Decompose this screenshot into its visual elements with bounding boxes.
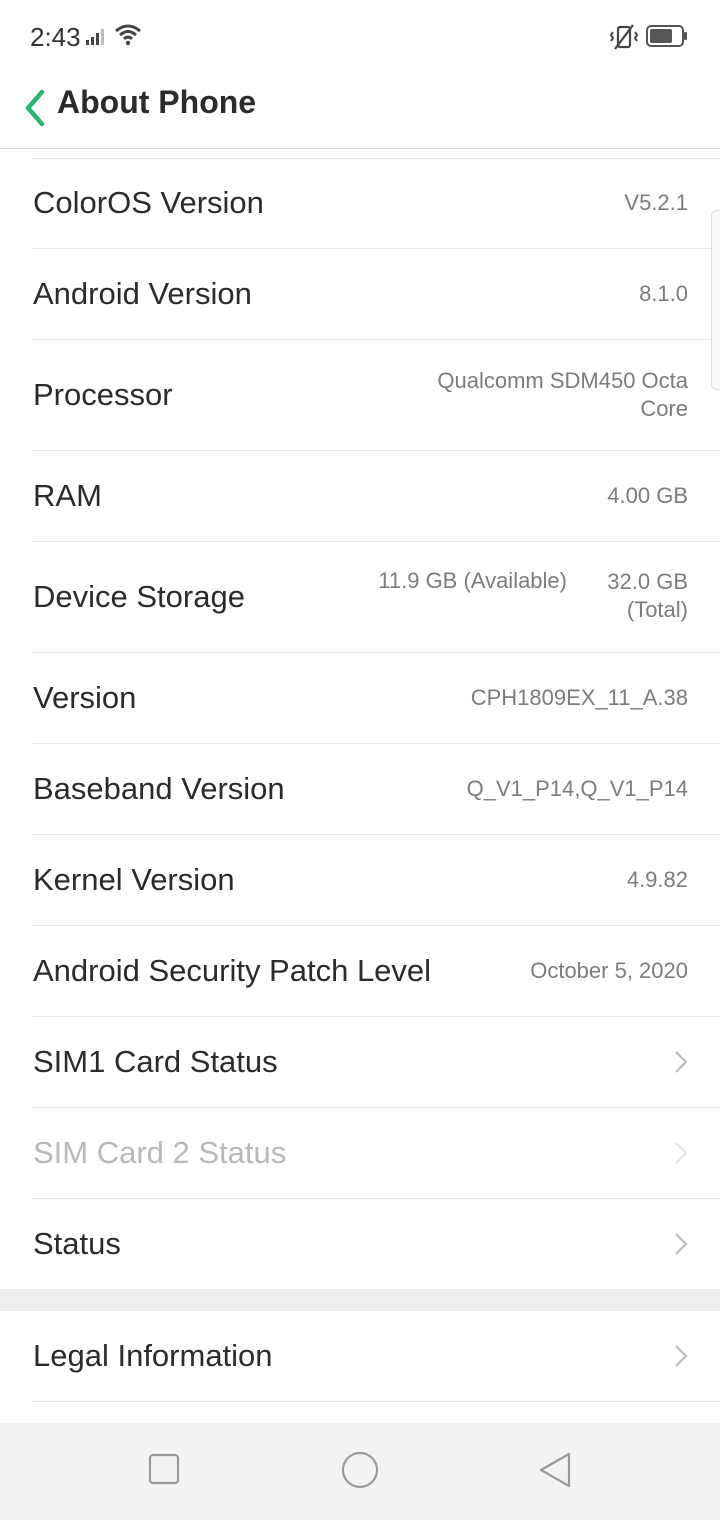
row-status[interactable]: Status bbox=[32, 1199, 720, 1289]
row-label: Legal Information bbox=[33, 1338, 273, 1373]
row-value: V5.2.1 bbox=[624, 190, 688, 215]
navigation-bar bbox=[0, 1423, 720, 1520]
row-label: Android Security Patch Level bbox=[33, 953, 432, 988]
row-label: RAM bbox=[33, 478, 102, 513]
row-value: Qualcomm SDM450 Octa Core bbox=[437, 368, 688, 421]
row-value: 4.9.82 bbox=[626, 867, 688, 892]
home-circle-icon[interactable] bbox=[339, 1451, 381, 1493]
section-gap bbox=[0, 1289, 720, 1311]
row-device-storage: Device Storage 11.9 GB (Available) 32.0 … bbox=[32, 542, 720, 653]
wifi-icon bbox=[115, 24, 141, 46]
row-label: SIM Card 2 Status bbox=[33, 1135, 287, 1170]
status-bar: 2:43 bbox=[0, 0, 720, 74]
status-time: 2:43 bbox=[30, 22, 81, 52]
row-sim1-card-status[interactable]: SIM1 Card Status bbox=[32, 1017, 720, 1108]
row-label: Kernel Version bbox=[33, 862, 235, 897]
row-coloros-version: ColorOS Version V5.2.1 bbox=[32, 158, 720, 249]
row-label: Device Storage bbox=[33, 579, 245, 614]
row-value: October 5, 2020 bbox=[530, 958, 688, 983]
row-kernel-version: Kernel Version 4.9.82 bbox=[32, 835, 720, 926]
chevron-right-icon bbox=[675, 1233, 688, 1255]
chevron-left-icon[interactable] bbox=[16, 80, 56, 136]
row-label: SIM1 Card Status bbox=[33, 1044, 278, 1079]
row-baseband-version: Baseband Version Q_V1_P14,Q_V1_P14 bbox=[32, 744, 720, 835]
battery-icon bbox=[646, 25, 687, 47]
row-label: Processor bbox=[33, 377, 173, 412]
chevron-right-icon bbox=[675, 1142, 688, 1164]
row-processor: Processor Qualcomm SDM450 Octa Core bbox=[32, 340, 720, 451]
row-label: ColorOS Version bbox=[33, 185, 264, 220]
row-value: 8.1.0 bbox=[639, 281, 688, 306]
signal-icon bbox=[86, 29, 104, 45]
vibrate-mute-icon bbox=[609, 24, 639, 50]
storage-available: 11.9 GB (Available) bbox=[378, 568, 567, 593]
row-label: Status bbox=[33, 1226, 121, 1261]
row-version: Version CPH1809EX_11_A.38 bbox=[32, 653, 720, 744]
storage-total: 32.0 GB (Total) bbox=[607, 569, 688, 622]
row-android-version: Android Version 8.1.0 bbox=[32, 249, 720, 340]
row-value: Q_V1_P14,Q_V1_P14 bbox=[466, 776, 688, 801]
row-label: Version bbox=[33, 680, 137, 715]
row-security-patch-level: Android Security Patch Level October 5, … bbox=[32, 926, 720, 1017]
back-triangle-icon[interactable] bbox=[536, 1451, 576, 1491]
recents-square-icon[interactable] bbox=[146, 1451, 182, 1487]
row-ram: RAM 4.00 GB bbox=[32, 451, 720, 542]
chevron-right-icon bbox=[675, 1345, 688, 1367]
about-list: ColorOS Version V5.2.1 Android Version 8… bbox=[0, 158, 720, 1402]
chevron-right-icon bbox=[675, 1051, 688, 1073]
row-label: Android Version bbox=[33, 276, 252, 311]
page-title: About Phone bbox=[57, 84, 257, 120]
scrollbar[interactable] bbox=[711, 210, 720, 390]
app-header: About Phone bbox=[0, 74, 720, 149]
row-label: Baseband Version bbox=[33, 771, 285, 806]
row-legal-information[interactable]: Legal Information bbox=[32, 1311, 720, 1402]
row-sim2-card-status: SIM Card 2 Status bbox=[32, 1108, 720, 1199]
row-value: 4.00 GB bbox=[607, 483, 688, 508]
row-value: CPH1809EX_11_A.38 bbox=[470, 685, 688, 710]
